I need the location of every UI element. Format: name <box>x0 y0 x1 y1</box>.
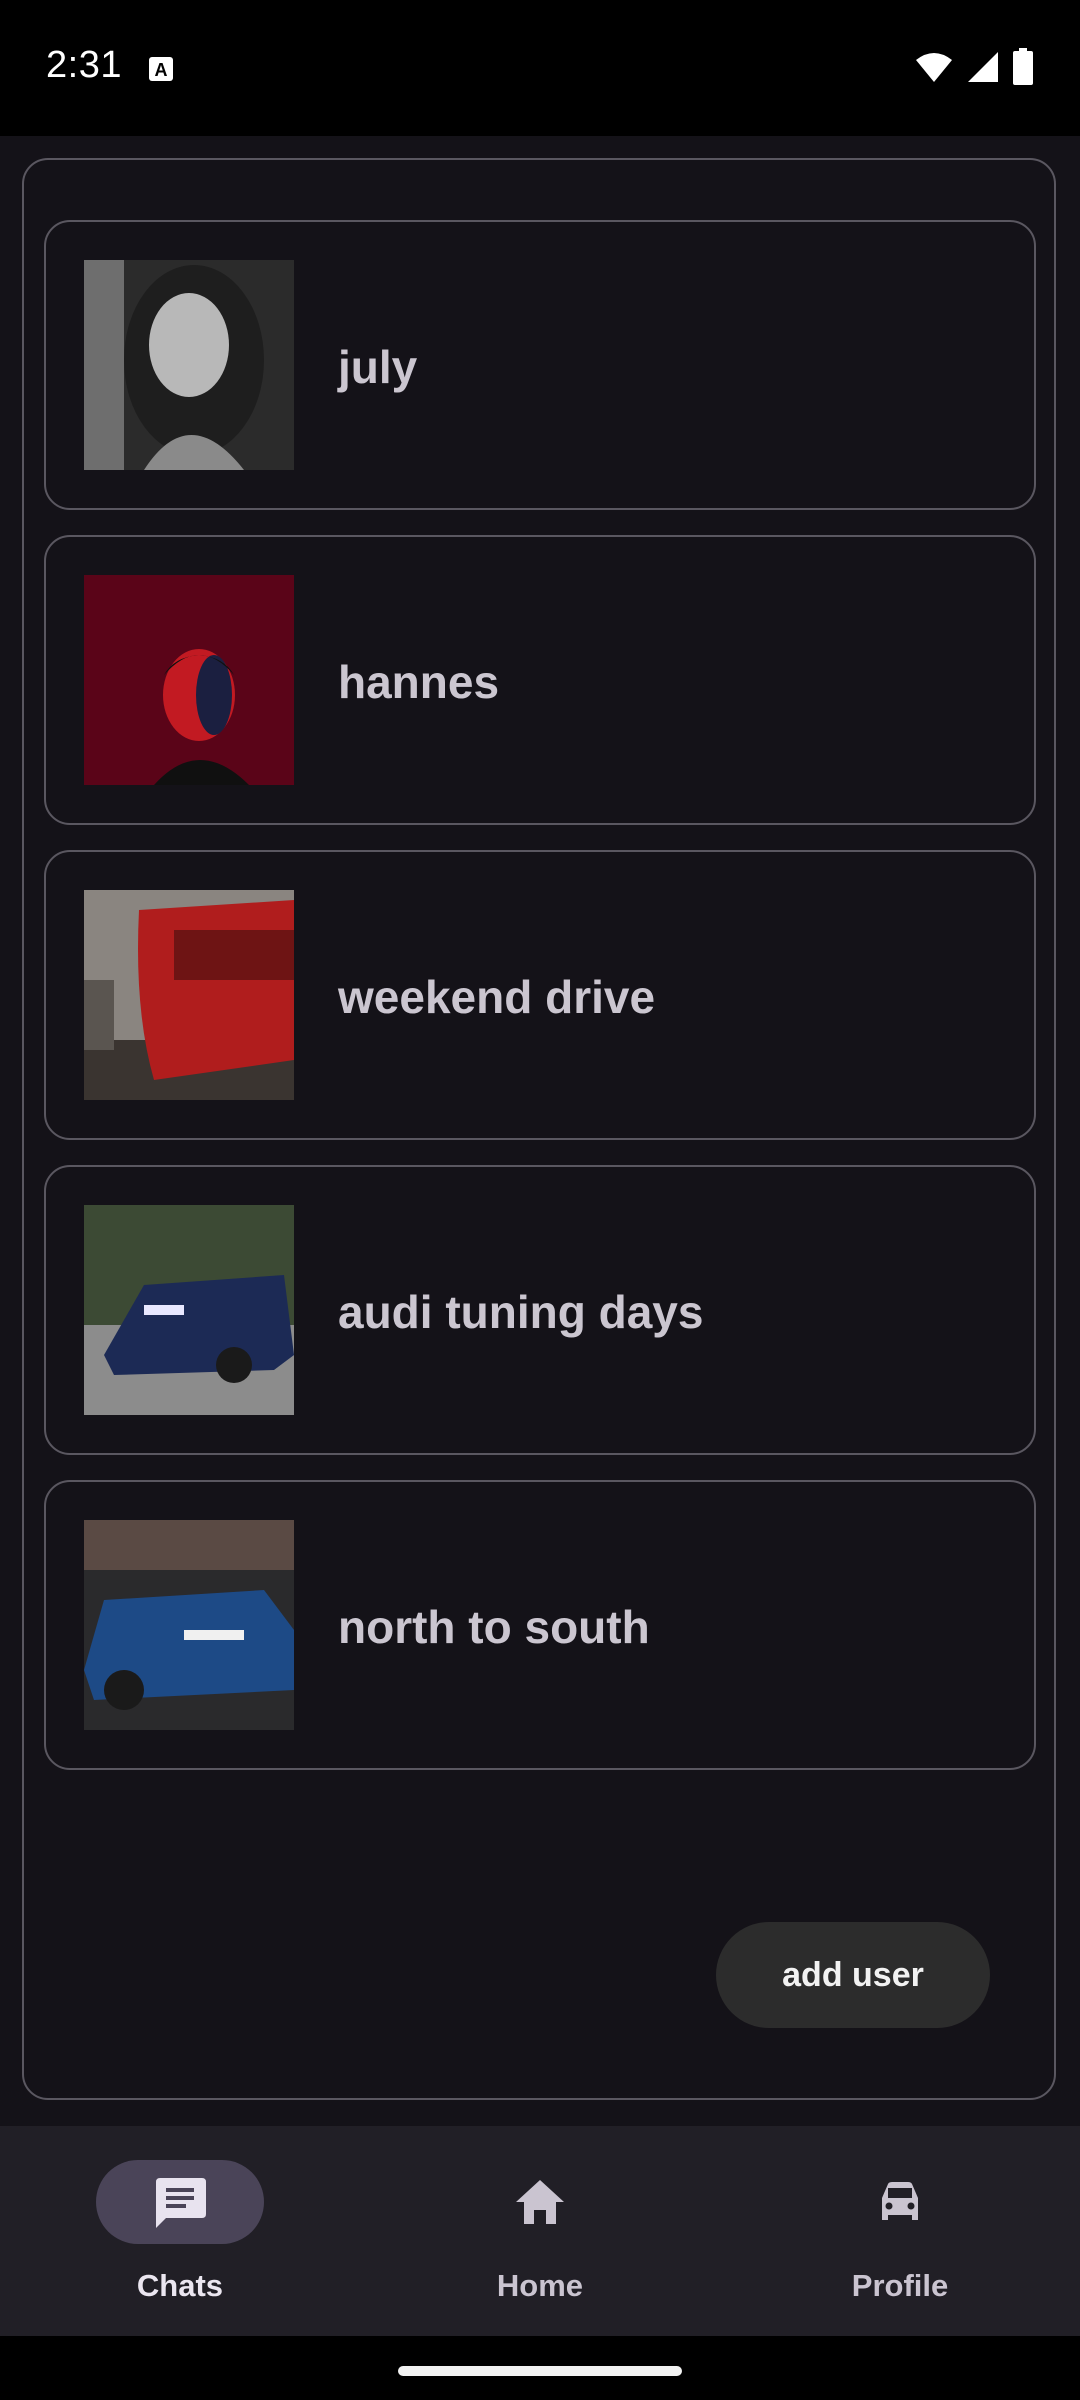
status-time: 2:31 <box>46 44 122 86</box>
nav-item-chats[interactable]: Chats <box>0 2156 360 2336</box>
nav-item-home[interactable]: Home <box>360 2156 720 2336</box>
chat-item-hannes[interactable]: hannes <box>44 535 1036 825</box>
chat-thumbnail <box>84 890 294 1100</box>
chat-label: weekend drive <box>338 971 656 1023</box>
nav-label: Home <box>496 2268 584 2303</box>
svg-text:A: A <box>155 60 168 80</box>
bottom-navigation: Chats Home Profile <box>0 2126 1080 2336</box>
app-content: july hannes weekend drive audi tuning da… <box>0 136 1080 2126</box>
chat-icon <box>156 2178 206 2228</box>
nav-item-profile[interactable]: Profile <box>720 2156 1080 2336</box>
chat-thumbnail <box>84 260 294 470</box>
chat-label: july <box>338 341 418 393</box>
chat-item-north-to-south[interactable]: north to south <box>44 1480 1036 1770</box>
home-icon <box>516 2180 564 2224</box>
chat-label: north to south <box>338 1601 650 1653</box>
chat-label: audi tuning days <box>338 1286 704 1338</box>
chat-thumbnail <box>84 1520 294 1730</box>
nav-label: Chats <box>136 2268 224 2303</box>
text-a-icon: A <box>149 57 173 81</box>
chat-thumbnail <box>84 575 294 785</box>
home-indicator[interactable] <box>398 2366 682 2376</box>
chat-item-weekend-drive[interactable]: weekend drive <box>44 850 1036 1140</box>
signal-icon <box>968 52 998 82</box>
chat-thumbnail <box>84 1205 294 1415</box>
chat-item-july[interactable]: july <box>44 220 1036 510</box>
wifi-icon <box>916 53 952 82</box>
status-bar: 2:31 A <box>0 0 1080 136</box>
chat-item-audi-tuning-days[interactable]: audi tuning days <box>44 1165 1036 1455</box>
battery-icon <box>1013 48 1033 85</box>
chat-label: hannes <box>338 656 500 708</box>
nav-label: Profile <box>851 2268 949 2303</box>
chat-list-card: july hannes weekend drive audi tuning da… <box>22 158 1056 2100</box>
add-user-button[interactable]: add user <box>716 1922 990 2028</box>
car-icon <box>882 2182 918 2220</box>
